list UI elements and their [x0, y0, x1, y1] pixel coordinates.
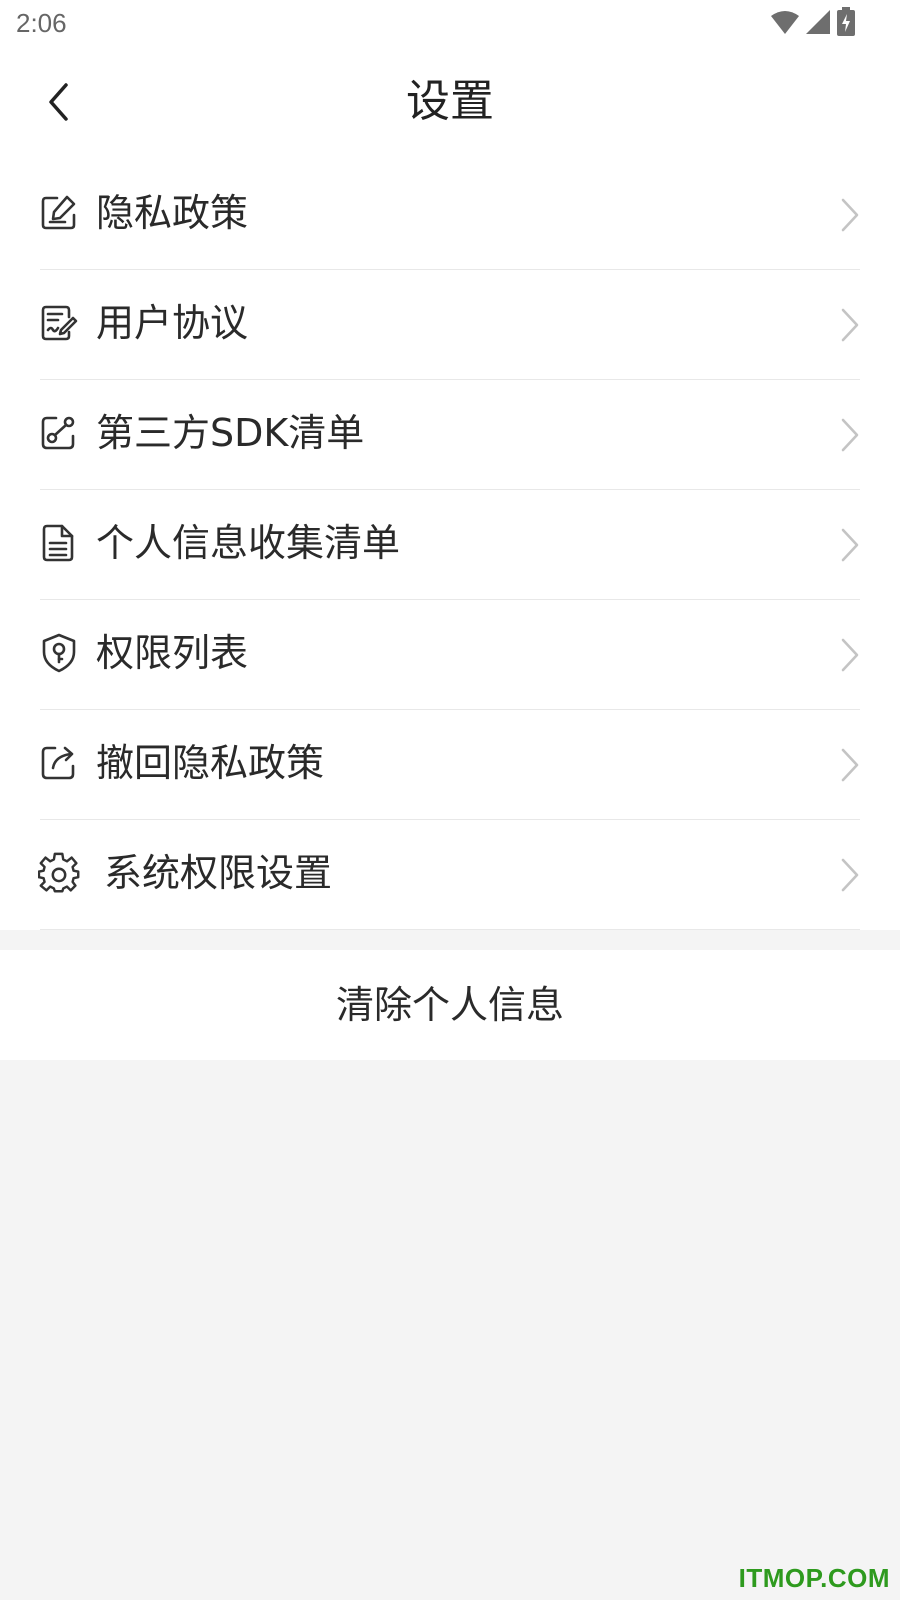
menu-item-privacy-policy[interactable]: 隐私政策 — [0, 160, 900, 270]
shield-key-icon — [38, 632, 80, 674]
chevron-right-icon — [838, 306, 862, 344]
page-title: 设置 — [406, 76, 494, 127]
wifi-icon — [770, 9, 800, 39]
settings-menu: 隐私政策 用户协议 第三方SDK清单 个人信息收集清单 权限列表 撤回隐私政策 … — [0, 160, 900, 930]
menu-item-label: 权限列表 — [96, 631, 249, 675]
chevron-right-icon — [838, 856, 862, 894]
menu-item-user-agreement[interactable]: 用户协议 — [0, 270, 900, 380]
chevron-right-icon — [838, 636, 862, 674]
status-icons — [770, 7, 856, 41]
chevron-right-icon — [838, 746, 862, 784]
signal-icon — [804, 9, 832, 39]
document-list-icon — [38, 522, 80, 564]
chevron-right-icon — [838, 416, 862, 454]
share-link-icon — [38, 412, 80, 454]
menu-item-label: 个人信息收集清单 — [96, 521, 401, 565]
menu-item-permission-list[interactable]: 权限列表 — [0, 600, 900, 710]
menu-item-personal-info-collection[interactable]: 个人信息收集清单 — [0, 490, 900, 600]
clear-personal-info-label: 清除个人信息 — [335, 983, 564, 1027]
status-time: 2:06 — [16, 8, 67, 38]
watermark: ITMOP.COM — [738, 1563, 890, 1593]
menu-item-system-permission-settings[interactable]: 系统权限设置 — [0, 820, 900, 930]
chevron-right-icon — [838, 196, 862, 234]
menu-item-label: 隐私政策 — [96, 191, 249, 235]
status-bar: 2:06 — [0, 0, 900, 50]
menu-item-third-party-sdk[interactable]: 第三方SDK清单 — [0, 380, 900, 490]
battery-charging-icon — [836, 7, 856, 41]
header: 设置 — [0, 50, 900, 160]
menu-item-label: 用户协议 — [96, 301, 249, 345]
menu-item-label: 系统权限设置 — [104, 851, 333, 895]
clear-personal-info-button[interactable]: 清除个人信息 — [0, 950, 900, 1060]
gear-icon — [38, 852, 80, 894]
agreement-sign-icon — [38, 302, 80, 344]
menu-item-revoke-privacy-policy[interactable]: 撤回隐私政策 — [0, 710, 900, 820]
menu-item-label: 第三方SDK清单 — [96, 411, 365, 455]
revoke-share-icon — [38, 742, 80, 784]
chevron-right-icon — [838, 526, 862, 564]
menu-item-label: 撤回隐私政策 — [96, 741, 325, 785]
privacy-edit-icon — [38, 192, 80, 234]
